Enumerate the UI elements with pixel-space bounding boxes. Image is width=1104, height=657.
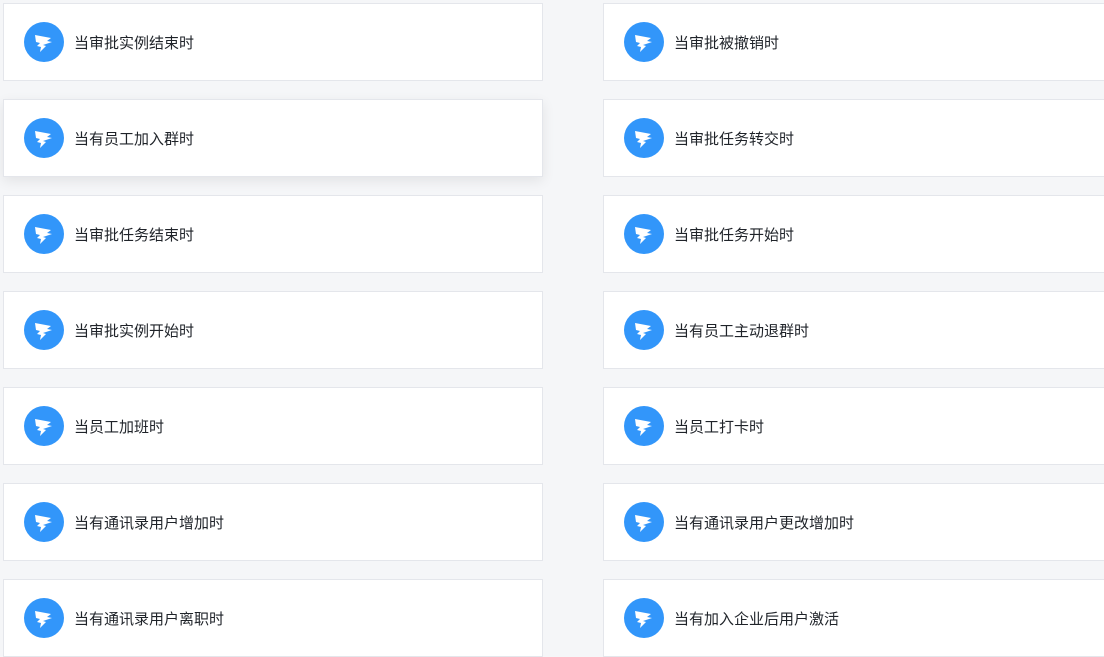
dingtalk-logo-icon: [24, 310, 64, 350]
trigger-label: 当审批任务开始时: [674, 225, 795, 244]
trigger-label: 当有通讯录用户更改增加时: [674, 513, 855, 532]
trigger-card-contact-user-added[interactable]: 当有通讯录用户增加时: [3, 483, 543, 561]
dingtalk-logo-icon: [24, 406, 64, 446]
trigger-card-contact-user-modified[interactable]: 当有通讯录用户更改增加时: [603, 483, 1104, 561]
trigger-card-approval-instance-start[interactable]: 当审批实例开始时: [3, 291, 543, 369]
dingtalk-logo-icon: [624, 22, 664, 62]
trigger-label: 当审批被撤销时: [674, 33, 780, 52]
trigger-card-employee-quit-group[interactable]: 当有员工主动退群时: [603, 291, 1104, 369]
trigger-card-approval-revoked[interactable]: 当审批被撤销时: [603, 3, 1104, 81]
trigger-card-employee-overtime[interactable]: 当员工加班时: [3, 387, 543, 465]
trigger-card-employee-clock-in[interactable]: 当员工打卡时: [603, 387, 1104, 465]
trigger-card-approval-task-transferred[interactable]: 当审批任务转交时: [603, 99, 1104, 177]
trigger-label: 当有员工主动退群时: [674, 321, 810, 340]
trigger-card-employee-join-group[interactable]: 当有员工加入群时: [3, 99, 543, 177]
trigger-card-approval-instance-end[interactable]: 当审批实例结束时: [3, 3, 543, 81]
trigger-label: 当有通讯录用户离职时: [74, 609, 225, 628]
dingtalk-logo-icon: [24, 22, 64, 62]
dingtalk-logo-icon: [24, 502, 64, 542]
trigger-label: 当有通讯录用户增加时: [74, 513, 225, 532]
trigger-label: 当审批实例开始时: [74, 321, 195, 340]
dingtalk-logo-icon: [624, 406, 664, 446]
dingtalk-logo-icon: [624, 118, 664, 158]
trigger-grid: 当审批实例结束时 当有员工加入群时 当审批任务结束时 当审批实例开始时 当员工加…: [0, 0, 1104, 657]
trigger-card-approval-task-end[interactable]: 当审批任务结束时: [3, 195, 543, 273]
dingtalk-logo-icon: [624, 598, 664, 638]
trigger-label: 当员工加班时: [74, 417, 165, 436]
dingtalk-logo-icon: [624, 214, 664, 254]
dingtalk-logo-icon: [24, 118, 64, 158]
trigger-label: 当审批任务转交时: [674, 129, 795, 148]
trigger-label: 当有加入企业后用户激活: [674, 609, 840, 628]
trigger-card-user-activated[interactable]: 当有加入企业后用户激活: [603, 579, 1104, 657]
trigger-label: 当审批任务结束时: [74, 225, 195, 244]
trigger-label: 当员工打卡时: [674, 417, 765, 436]
dingtalk-logo-icon: [24, 598, 64, 638]
trigger-card-approval-task-start[interactable]: 当审批任务开始时: [603, 195, 1104, 273]
trigger-card-contact-user-left[interactable]: 当有通讯录用户离职时: [3, 579, 543, 657]
dingtalk-logo-icon: [24, 214, 64, 254]
trigger-label: 当审批实例结束时: [74, 33, 195, 52]
dingtalk-logo-icon: [624, 502, 664, 542]
dingtalk-logo-icon: [624, 310, 664, 350]
trigger-label: 当有员工加入群时: [74, 129, 195, 148]
